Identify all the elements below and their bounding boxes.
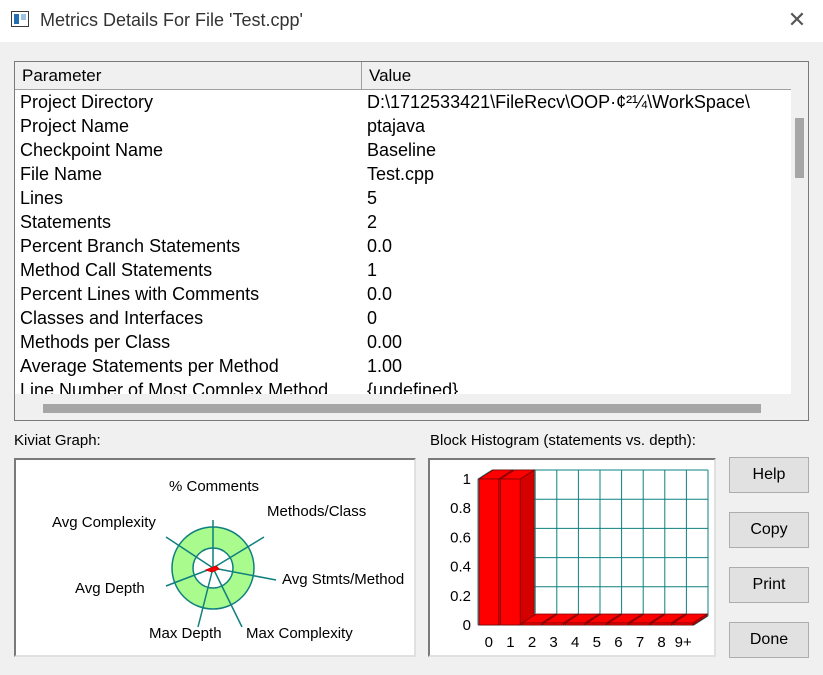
kiviat-axis-label: Avg Depth — [75, 580, 145, 597]
table-row[interactable]: Average Statements per Method 1.00 — [15, 354, 793, 378]
table-row[interactable]: Project Directory D:\1712533421\FileRecv\… — [15, 90, 793, 114]
table-row[interactable]: Method Call Statements 1 — [15, 258, 793, 282]
parameter-cell: Line Number of Most Complex Method — [20, 380, 329, 394]
table-body: Project Directory D:\1712533421\FileRecv\… — [15, 90, 793, 394]
vertical-scrollbar[interactable] — [791, 62, 808, 394]
table-row[interactable]: Line Number of Most Complex Method {undef… — [15, 378, 793, 394]
histogram-x-tick-label: 7 — [636, 634, 644, 651]
histogram-bar — [672, 622, 694, 626]
parameter-cell: Method Call Statements — [20, 260, 213, 280]
histogram-x-tick-label: 9+ — [675, 634, 692, 651]
parameter-cell: Project Directory — [20, 92, 154, 112]
kiviat-axis-label: Avg Complexity — [52, 514, 156, 531]
histogram-bar — [478, 478, 500, 626]
title-bar: Metrics Details For File 'Test.cpp' ✕ — [0, 0, 823, 42]
histogram-bar — [608, 622, 629, 626]
value-cell: 1.00 — [367, 356, 403, 376]
parameter-cell: Methods per Class — [20, 332, 171, 352]
parameter-cell: File Name — [20, 164, 103, 184]
value-cell: 0.0 — [367, 284, 393, 304]
histogram-x-tick-label: 8 — [657, 634, 665, 651]
table-row[interactable]: Lines 5 — [15, 186, 793, 210]
value-cell: 0.00 — [367, 332, 403, 352]
histogram-bar — [629, 622, 651, 626]
block-histogram: 10.80.60.40.200 1 2 3 4 5 6 7 8 9+ — [450, 469, 709, 651]
histogram-y-tick-label: 1 — [463, 471, 471, 488]
table-header: Parameter Value — [15, 62, 793, 90]
histogram-x-tick-label: 2 — [528, 634, 536, 651]
histogram-bar — [564, 622, 586, 626]
kiviat-axis-label: Avg Stmts/Method — [282, 571, 404, 588]
histogram-bar — [651, 622, 672, 626]
column-header-value[interactable]: Value — [362, 62, 793, 89]
parameter-cell: Percent Lines with Comments — [20, 284, 260, 304]
histogram-x-tick-label: 6 — [614, 634, 622, 651]
table-row[interactable]: Statements 2 — [15, 210, 793, 234]
value-cell: 5 — [367, 188, 378, 208]
app-icon — [11, 11, 29, 27]
histogram-bar — [543, 622, 564, 626]
horizontal-scrollbar[interactable] — [15, 394, 793, 420]
print-button[interactable]: Print — [729, 567, 809, 603]
table-row[interactable]: Checkpoint Name Baseline — [15, 138, 793, 162]
parameter-cell: Classes and Interfaces — [20, 308, 204, 328]
parameter-cell: Statements — [20, 212, 112, 232]
parameter-cell: Average Statements per Method — [20, 356, 279, 376]
histogram-bar — [500, 478, 521, 626]
close-icon[interactable]: ✕ — [779, 4, 815, 36]
histogram-y-tick-label: 0.8 — [450, 500, 471, 517]
histogram-y-tick-label: 0.4 — [450, 559, 471, 576]
block-histogram-label: Block Histogram (statements vs. depth): — [430, 432, 696, 449]
parameter-cell: Project Name — [20, 116, 130, 136]
table-row[interactable]: Classes and Interfaces 0 — [15, 306, 793, 330]
histogram-bar-side — [519, 469, 535, 626]
kiviat-axis-label: % Comments — [169, 478, 259, 495]
copy-button[interactable]: Copy — [729, 512, 809, 548]
kiviat-graph: % Comments Methods/Class Avg Stmts/Method M… — [52, 478, 404, 642]
value-cell: 0 — [367, 308, 378, 328]
histogram-x-tick-label: 5 — [593, 634, 601, 651]
metrics-table: Parameter Value Project Directory D:\1712… — [14, 61, 809, 421]
histogram-y-tick-label: 0 — [463, 617, 471, 634]
horizontal-scroll-thumb[interactable] — [43, 404, 761, 413]
histogram-bar — [521, 622, 543, 626]
histogram-bar — [586, 622, 608, 626]
parameter-cell: Checkpoint Name — [20, 140, 164, 160]
histogram-x-tick-label: 4 — [571, 634, 579, 651]
table-row[interactable]: Percent Lines with Comments 0.0 — [15, 282, 793, 306]
done-button[interactable]: Done — [729, 622, 809, 658]
kiviat-graph-panel: % Comments Methods/Class Avg Stmts/Method M… — [14, 458, 416, 657]
table-row[interactable]: Percent Branch Statements 0.0 — [15, 234, 793, 258]
value-cell: 0.0 — [367, 236, 393, 256]
kiviat-axis-label: Max Depth — [149, 625, 222, 642]
value-cell: ptajava — [367, 116, 426, 136]
column-header-parameter[interactable]: Parameter — [15, 62, 362, 89]
value-cell: 2 — [367, 212, 378, 232]
vertical-scroll-thumb[interactable] — [795, 118, 804, 178]
scrollbar-corner — [791, 394, 808, 420]
value-cell: Test.cpp — [367, 164, 435, 184]
window-title: Metrics Details For File 'Test.cpp' — [40, 10, 303, 30]
value-cell: 1 — [367, 260, 378, 280]
kiviat-graph-label: Kiviat Graph: — [14, 432, 101, 449]
value-cell: Baseline — [367, 140, 437, 160]
histogram-x-tick-label: 3 — [549, 634, 557, 651]
table-row[interactable]: Project Name ptajava — [15, 114, 793, 138]
block-histogram-panel: 1 0.8 0.6 0.4 0.2 0 0 1 2 3 4 5 6 7 8 9+ — [428, 458, 716, 657]
parameter-cell: Lines — [20, 188, 64, 208]
table-row[interactable]: Methods per Class 0.00 — [15, 330, 793, 354]
help-button[interactable]: Help — [729, 457, 809, 493]
histogram-y-tick-label: 0.2 — [450, 588, 471, 605]
table-row[interactable]: File Name Test.cpp — [15, 162, 793, 186]
histogram-x-tick-label: 0 — [485, 634, 493, 651]
value-cell: {undefined} — [367, 380, 459, 394]
parameter-cell: Percent Branch Statements — [20, 236, 241, 256]
value-cell: D:\1712533421\FileRecv\OOP·¢²¼\WorkSpace… — [367, 92, 750, 112]
kiviat-axis-label: Max Complexity — [246, 625, 353, 642]
histogram-y-tick-label: 0.6 — [450, 529, 471, 546]
kiviat-axis-label: Methods/Class — [267, 503, 366, 520]
histogram-x-tick-label: 1 — [506, 634, 514, 651]
